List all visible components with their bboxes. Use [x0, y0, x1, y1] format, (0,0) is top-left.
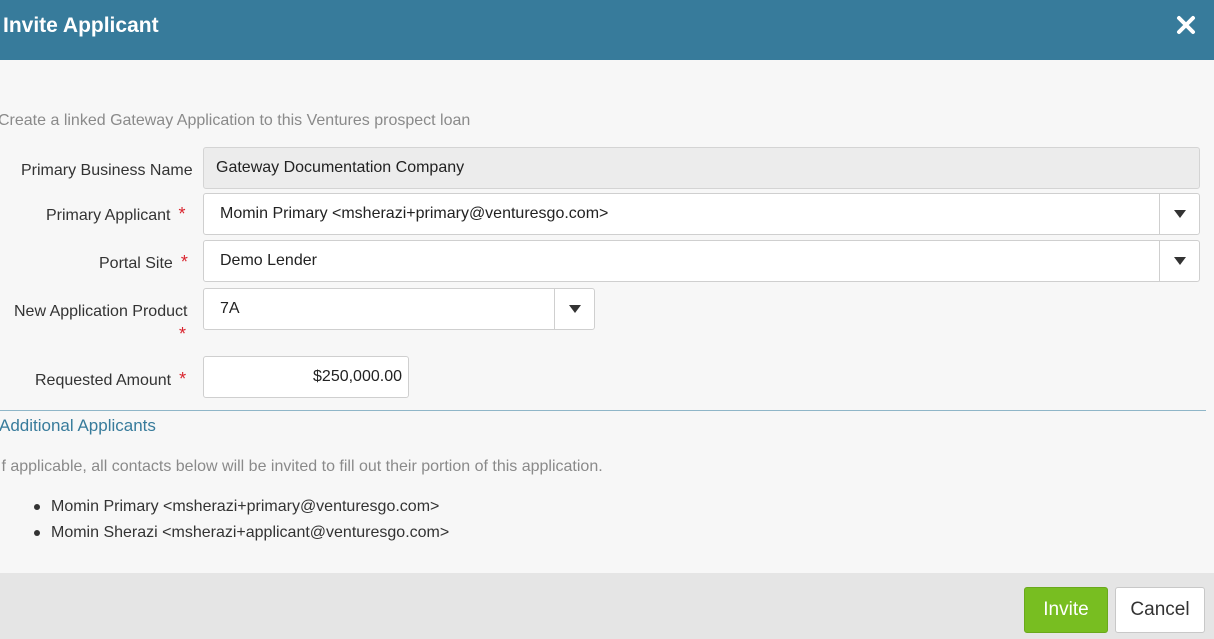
portal-site-dropdown-button[interactable] [1159, 241, 1199, 281]
caret-down-icon [1174, 210, 1186, 218]
product-value: 7A [220, 300, 240, 317]
applicant-text: Momin Sherazi <msherazi+applicant@ventur… [51, 524, 450, 541]
dialog-body: Create a linked Gateway Application to t… [0, 60, 1214, 573]
requested-amount-label: Requested Amount * [35, 369, 186, 390]
primary-applicant-label-text: Primary Applicant [46, 207, 171, 224]
intro-text: Create a linked Gateway Application to t… [0, 112, 471, 129]
product-label: New Application Product [14, 303, 187, 321]
business-name-field: Gateway Documentation Company [203, 147, 1200, 189]
requested-amount-value: $250,000.00 [313, 368, 402, 385]
additional-applicants-title: Additional Applicants [0, 416, 156, 435]
required-marker: * [179, 324, 187, 344]
business-name-label-text: Primary Business Name [21, 162, 193, 179]
caret-down-icon [569, 305, 581, 313]
additional-applicants-list: Momin Primary <msherazi+primary@ventures… [34, 497, 449, 549]
primary-applicant-value: Momin Primary <msherazi+primary@ventures… [220, 205, 609, 222]
primary-applicant-dropdown-button[interactable] [1159, 194, 1199, 234]
bullet-icon [34, 504, 40, 510]
dialog-title: Invite Applicant [3, 14, 159, 37]
list-item: Momin Sherazi <msherazi+applicant@ventur… [34, 523, 449, 549]
required-marker: * [180, 252, 188, 272]
additional-applicants-note: If applicable, all contacts below will b… [0, 458, 603, 475]
portal-site-select[interactable]: Demo Lender [203, 240, 1200, 282]
invite-button[interactable]: Invite [1024, 587, 1108, 633]
required-marker: * [178, 204, 186, 224]
product-label-text: New Application Product [14, 303, 188, 320]
portal-site-label-text: Portal Site [99, 255, 173, 272]
requested-amount-label-text: Requested Amount [35, 372, 172, 389]
business-name-label: Primary Business Name [21, 162, 193, 180]
product-dropdown-button[interactable] [554, 289, 594, 329]
section-divider [0, 410, 1206, 411]
required-marker: * [179, 369, 187, 389]
dialog-header: Invite Applicant [0, 0, 1214, 60]
caret-down-icon [1174, 257, 1186, 265]
business-name-value: Gateway Documentation Company [216, 159, 465, 176]
primary-applicant-select[interactable]: Momin Primary <msherazi+primary@ventures… [203, 193, 1200, 235]
list-item: Momin Primary <msherazi+primary@ventures… [34, 497, 449, 523]
close-icon[interactable] [1172, 11, 1200, 39]
product-select[interactable]: 7A [203, 288, 595, 330]
dialog-footer: Invite Cancel [0, 573, 1214, 639]
primary-applicant-label: Primary Applicant * [46, 204, 186, 225]
requested-amount-input[interactable]: $250,000.00 [203, 356, 409, 398]
portal-site-label: Portal Site * [99, 252, 188, 273]
bullet-icon [34, 530, 40, 536]
applicant-text: Momin Primary <msherazi+primary@ventures… [51, 498, 440, 515]
portal-site-value: Demo Lender [220, 252, 317, 269]
cancel-button[interactable]: Cancel [1115, 587, 1205, 633]
product-required-marker: * [179, 324, 186, 345]
